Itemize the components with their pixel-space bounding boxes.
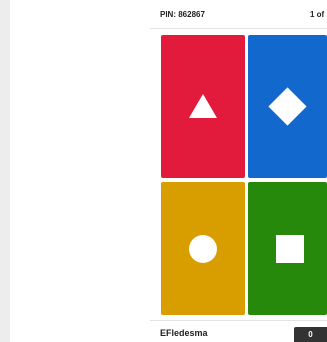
score-badge: 0 <box>294 327 327 342</box>
question-counter: 1 of <box>310 10 325 19</box>
circle-icon <box>189 235 217 263</box>
answer-tile-diamond[interactable] <box>248 35 327 178</box>
game-pin: PIN: 862867 <box>160 10 205 19</box>
diamond-icon <box>268 87 307 126</box>
triangle-icon <box>189 94 217 118</box>
answer-tile-circle[interactable] <box>161 182 245 315</box>
footer-divider <box>150 320 327 321</box>
answer-tile-triangle[interactable] <box>161 35 245 178</box>
square-icon <box>276 235 304 263</box>
answer-tile-square[interactable] <box>248 182 327 315</box>
left-gutter <box>0 0 10 342</box>
player-name: EFledesma <box>160 328 208 338</box>
